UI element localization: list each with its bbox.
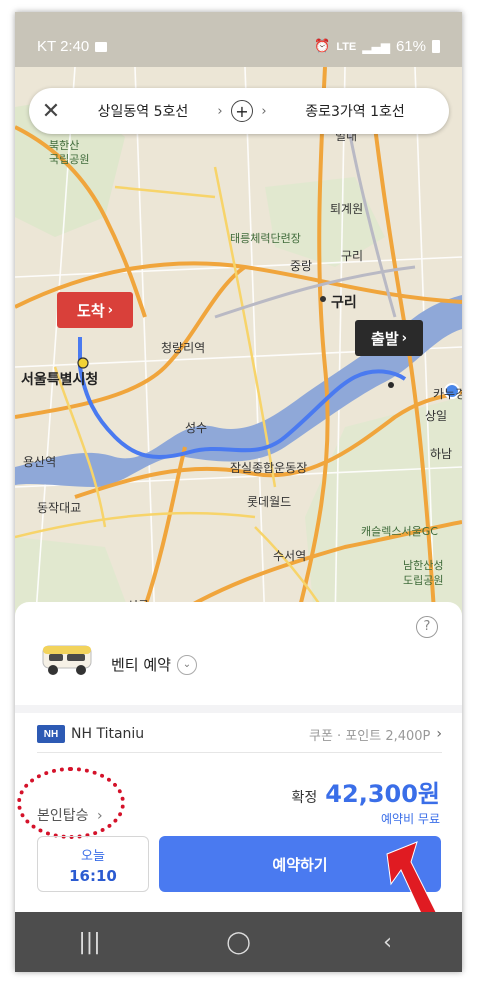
network-type: LTE [336,40,357,53]
park-area [265,177,385,267]
origin-dot [388,382,394,388]
payment-row[interactable]: NH NH Titaniu 쿠폰 · 포인트 2,400P › [37,723,442,745]
card-brand-logo: NH [37,725,65,743]
fee-note: 예약비 무료 [380,812,440,826]
map-label-suseo: 수서역 [273,549,307,563]
status-left: KT 2:40 [37,38,108,55]
map-label-junggye: 중랑 [290,259,313,273]
pickup-time: 16:10 [69,867,117,885]
map-label-namhansan-park: 도립공원 [403,574,444,587]
map-label-yongsan: 용산역 [23,455,57,469]
map-label-sangil: 상일 [425,409,448,423]
route-to[interactable]: 종로3가역 1호선 [271,101,449,121]
help-icon[interactable]: ? [416,616,438,638]
origin-marker[interactable]: 출발 › [355,320,423,356]
map-label-taereung: 태릉체력단련장 [230,232,301,245]
destination-marker[interactable]: 도착 › [57,292,133,328]
alarm-icon: ⏰ [314,39,331,54]
pickup-day: 오늘 [81,849,105,864]
guri-dot [320,296,326,302]
vehicle-selector[interactable]: 벤티 예약 ⌄ [111,654,197,675]
chevron-right-icon: › [436,726,442,742]
phone-screen: KT 2:40 ⏰ LTE ▂▄▆ 61% 북한산 국립공원 별내 퇴계원 태릉… [15,12,462,972]
map-label-guri-station: 구리 [341,249,364,263]
chevron-right-icon: › [217,103,223,119]
divider [37,752,442,753]
add-waypoint-button[interactable]: + [231,100,253,122]
android-nav-bar: ||| ◯ ‹ [15,912,462,972]
map-label-dongjak: 동작대교 [37,501,82,515]
battery-percent: 61% [395,38,426,55]
route-from[interactable]: 상일동역 5호선 [73,101,213,121]
map-label-namhansan: 남한산성 [403,559,444,572]
status-right: ⏰ LTE ▂▄▆ 61% [314,38,440,55]
gallery-icon [95,41,108,52]
map-label-bukhansan-park: 국립공원 [49,153,90,166]
map-label-lotteworld: 롯데월드 [247,495,292,509]
origin-label: 출발 [371,329,399,348]
highlight-circle-annotation [17,767,125,839]
venti-car-icon [42,645,92,675]
close-icon[interactable]: ✕ [29,99,73,124]
recent-apps-icon[interactable]: ||| [60,930,120,955]
destination-label: 도착 [77,301,105,320]
map-label-toegyewon: 퇴계원 [330,202,364,216]
map-label-guri: 구리 [331,295,357,311]
battery-icon [432,40,440,53]
chevron-down-icon: ⌄ [176,654,197,675]
carrier-time: KT 2:40 [37,38,90,55]
status-bar: KT 2:40 ⏰ LTE ▂▄▆ 61% [15,12,462,72]
back-icon[interactable]: ‹ [358,930,418,955]
map-label-cheongnyangni: 청량리역 [161,341,206,355]
route-search-bar: ✕ 상일동역 5호선 › + › 종로3가역 1호선 [29,88,449,134]
fare-display: 확정 42,300원 [292,774,440,809]
chevron-right-icon: › [261,103,267,119]
map-label-seongsu: 성수 [185,421,208,435]
home-icon[interactable]: ◯ [209,930,269,955]
chevron-right-icon: › [107,302,113,318]
card-name: NH Titaniu [71,726,145,742]
signal-icon: ▂▄▆ [362,39,390,54]
map-label-gangdong: 카누경 [433,387,462,401]
map-label-castlex: 캐슬렉스서울GC [361,525,438,538]
chevron-right-icon: › [401,330,407,346]
fare-label: 확정 [291,790,318,806]
pickup-time-button[interactable]: 오늘 16:10 [37,836,149,892]
booking-sheet: ? 벤티 예약 ⌄ NH NH Titaniu 쿠폰 · 포인트 2,400P … [15,602,462,924]
city-hall-pin [77,357,89,369]
section-divider [15,705,462,713]
screenshot-frame: KT 2:40 ⏰ LTE ▂▄▆ 61% 북한산 국립공원 별내 퇴계원 태릉… [0,0,477,984]
vehicle-name: 벤티 예약 [111,656,171,674]
map-label-jamsil: 잠실종합운동장 [230,461,308,475]
fare-price: 42,300원 [325,780,440,808]
map-label-hanam: 하남 [430,447,453,461]
coupon-points[interactable]: 쿠폰 · 포인트 2,400P [309,725,430,744]
map-label-city-hall: 서울특별시청 [21,372,99,388]
